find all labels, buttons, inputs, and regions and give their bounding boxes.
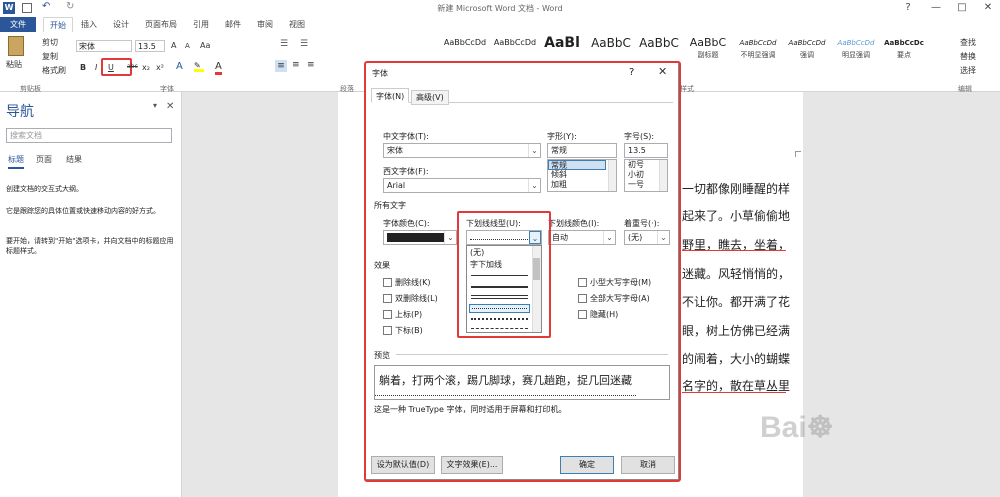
underline-mark [682,392,786,393]
bold-button[interactable]: B [80,63,86,72]
change-case-button[interactable]: Aa [200,41,210,50]
maximize-icon[interactable]: □ [950,0,974,16]
style-sample: AaBbCcDd [443,38,487,47]
underline-mark [682,250,786,251]
nav-dropdown-icon[interactable]: ▾ [153,101,157,110]
style-item[interactable]: AaBl [540,36,584,62]
style-item[interactable]: AaBbCcDd 不明显强调 [734,36,782,62]
style-sample: AaBbCcDd [739,39,777,47]
tab-review[interactable]: 审阅 [257,17,273,32]
ribbon-tabs: 文件 开始 插入 设计 页面布局 引用 邮件 审阅 视图 [0,16,1000,32]
minimize-icon[interactable]: — [924,0,948,16]
text-effects-icon[interactable]: A [176,61,183,72]
doc-line: 眼，树上仿佛已经满 [682,324,791,338]
strikethrough-button[interactable]: abc [127,63,138,70]
style-sample: AaBbC [591,36,631,50]
font-name-combo[interactable]: 宋体 [76,40,132,52]
style-item[interactable]: AaBbCcDc 要点 [881,36,927,62]
highlight-icon[interactable]: ✎ [194,61,204,72]
style-name: 副标题 [697,51,719,59]
tab-design[interactable]: 设计 [113,17,129,32]
tab-home[interactable]: 开始 [43,17,73,32]
paste-button[interactable]: 粘贴 [6,59,22,70]
style-name: 明显强调 [842,51,870,59]
style-name: 要点 [897,51,911,59]
dialog-highlight-box [364,61,681,482]
help-button[interactable]: ? [896,0,920,16]
style-sample: AaBbC [639,36,679,50]
align-left-icon[interactable]: ≡ [275,60,287,72]
nav-tab-headings[interactable]: 标题 [8,154,24,169]
cut-button[interactable]: 剪切 [42,37,58,48]
bullets-icon[interactable]: ☰ [280,39,288,49]
nav-hint-1: 创建文档的交互式大纲。 [6,185,83,193]
nav-tab-pages[interactable]: 页面 [36,154,52,165]
doc-line: 一切都像刚睡醒的样 [682,182,791,196]
style-name: 不明显强调 [740,51,776,59]
align-center-icon[interactable]: ≡ [292,60,300,70]
doc-line: 迷藏。风轻悄悄的， [682,267,791,281]
select-button[interactable]: 选择 [960,65,976,76]
paste-icon[interactable] [8,36,24,56]
tab-layout[interactable]: 页面布局 [145,17,177,32]
paw-icon: ☸ [806,411,834,444]
format-painter-button[interactable]: 格式刷 [42,65,66,76]
nav-search-input[interactable]: 搜索文档 [6,128,172,143]
numbering-icon[interactable]: ☰ [300,39,308,49]
style-item[interactable]: AaBbC 副标题 [685,36,731,62]
nav-title: 导航 [6,104,34,120]
close-icon[interactable]: ✕ [976,0,1000,16]
align-right-icon[interactable]: ≡ [307,60,315,70]
font-color-button[interactable]: A [215,61,222,75]
shrink-font-button[interactable]: A [185,42,190,50]
tab-insert[interactable]: 插入 [81,17,97,32]
style-item[interactable]: AaBbCcDd [490,36,540,62]
copy-button[interactable]: 复制 [42,51,58,62]
style-sample: AaBbCcDd [493,38,537,47]
style-sample: AaBbC [689,36,727,49]
title-bar: W ↶ ↻ 新建 Microsoft Word 文档 - Word ? — □ … [0,0,1000,16]
style-sample: AaBl [544,35,580,51]
style-sample: AaBbCcDc [884,39,924,47]
replace-button[interactable]: 替换 [960,51,976,62]
find-button[interactable]: 查找 [960,37,976,48]
style-item[interactable]: AaBbCcDd 明显强调 [832,36,880,62]
nav-hint-3: 要开始，请转到"开始"选项卡，并向文档中的标题应用标题样式。 [6,237,174,255]
doc-line: 不让你。都开满了花 [682,295,791,309]
style-sample: AaBbCcDd [837,39,875,47]
tab-mailings[interactable]: 邮件 [225,17,241,32]
margin-mark [795,151,801,157]
style-sample: AaBbCcDd [788,39,826,47]
italic-button[interactable]: I [95,63,97,72]
doc-line: 起来了。小草偷偷地 [682,209,791,223]
style-item[interactable]: AaBbCcDd 强调 [784,36,830,62]
grow-font-button[interactable]: A [171,41,176,50]
style-name: 强调 [800,51,814,59]
watermark-logo: Bai☸ [760,411,834,444]
tab-references[interactable]: 引用 [193,17,209,32]
tab-file[interactable]: 文件 [0,17,36,32]
doc-line: 的闹着，大小的蝴蝶 [682,352,791,366]
window-title: 新建 Microsoft Word 文档 - Word [437,4,563,13]
style-item[interactable]: AaBbC [588,36,634,62]
style-item[interactable]: AaBbC [636,36,682,62]
style-item[interactable]: AaBbCcDd [440,36,490,62]
nav-close-icon[interactable]: ✕ [166,101,174,112]
superscript-button[interactable]: x² [156,63,164,72]
nav-tab-results[interactable]: 结果 [66,154,82,165]
subscript-button[interactable]: x₂ [142,63,150,72]
tab-view[interactable]: 视图 [289,17,305,32]
navigation-pane: 导航 ✕ ▾ 搜索文档 标题 页面 结果 创建文档的交互式大纲。 它是跟踪您的具… [0,92,182,497]
font-size-combo[interactable]: 13.5 [135,40,165,52]
nav-hint-2: 它是跟踪您的具体位置或快速移动内容的好方式。 [6,207,160,215]
